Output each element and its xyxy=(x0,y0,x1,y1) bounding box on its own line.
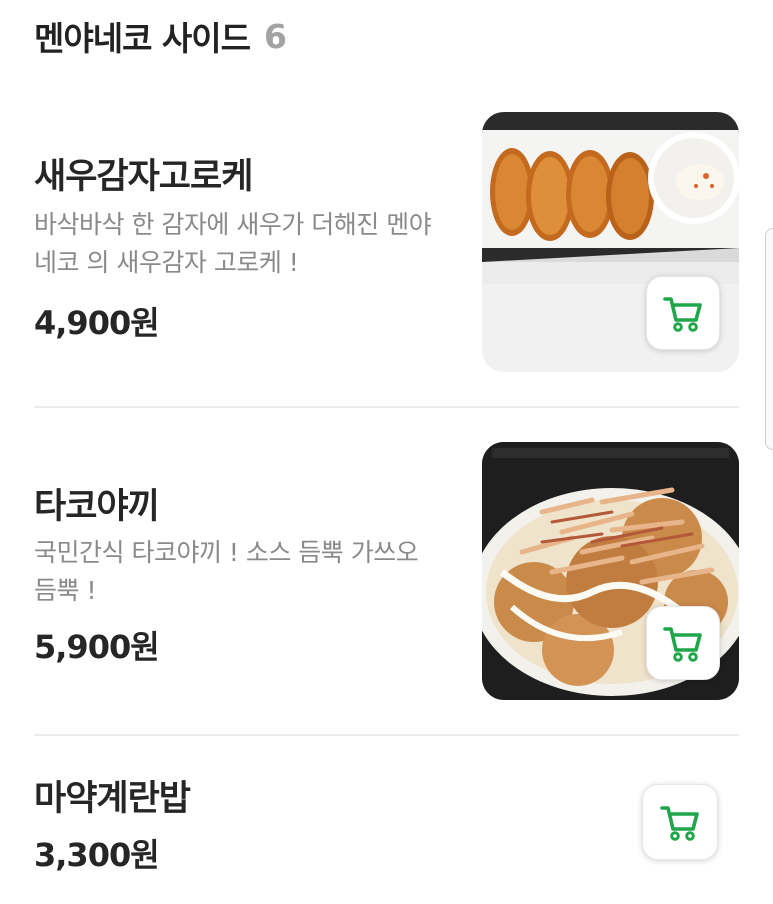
menu-item-egg-rice[interactable]: 마약계란밥 3,300원 xyxy=(34,770,739,880)
shopping-cart-icon xyxy=(663,627,702,662)
add-to-cart-button[interactable] xyxy=(646,276,720,350)
item-divider xyxy=(34,734,739,736)
item-divider xyxy=(34,406,739,408)
shopping-cart-icon xyxy=(660,806,699,841)
menu-item-takoyaki[interactable]: 타코야끼 국민간식 타코야끼 ! 소스 듬뿍 가쓰오 듬뿍 ! 5,900원 xyxy=(34,442,739,700)
item-description: 국민간식 타코야끼 ! 소스 듬뿍 가쓰오 듬뿍 ! xyxy=(34,538,419,605)
scrollbar-handle[interactable] xyxy=(765,228,773,450)
item-name: 타코야끼 xyxy=(34,487,160,527)
section-title: 멘야네코 사이드 xyxy=(34,19,251,58)
section-header: 멘야네코 사이드 6 xyxy=(34,14,287,59)
item-description: 바삭바삭 한 감자에 새우가 더해진 멘야네코 의 새우감자 고로케 ! xyxy=(34,210,432,277)
item-price: 5,900원 xyxy=(34,628,160,666)
takoyaki-photo[interactable] xyxy=(482,442,739,700)
add-to-cart-button[interactable] xyxy=(642,784,718,860)
item-price: 3,300원 xyxy=(34,836,160,874)
item-name: 마약계란밥 xyxy=(34,779,191,819)
croquette-photo[interactable] xyxy=(482,112,739,372)
menu-item-croquette[interactable]: 새우감자고로케 바삭바삭 한 감자에 새우가 더해진 멘야네코 의 새우감자 고… xyxy=(34,112,739,372)
item-name: 새우감자고로케 xyxy=(34,157,253,197)
item-price: 4,900원 xyxy=(34,304,160,342)
section-count: 6 xyxy=(264,16,287,56)
add-to-cart-button[interactable] xyxy=(646,606,720,680)
shopping-cart-icon xyxy=(663,297,702,332)
